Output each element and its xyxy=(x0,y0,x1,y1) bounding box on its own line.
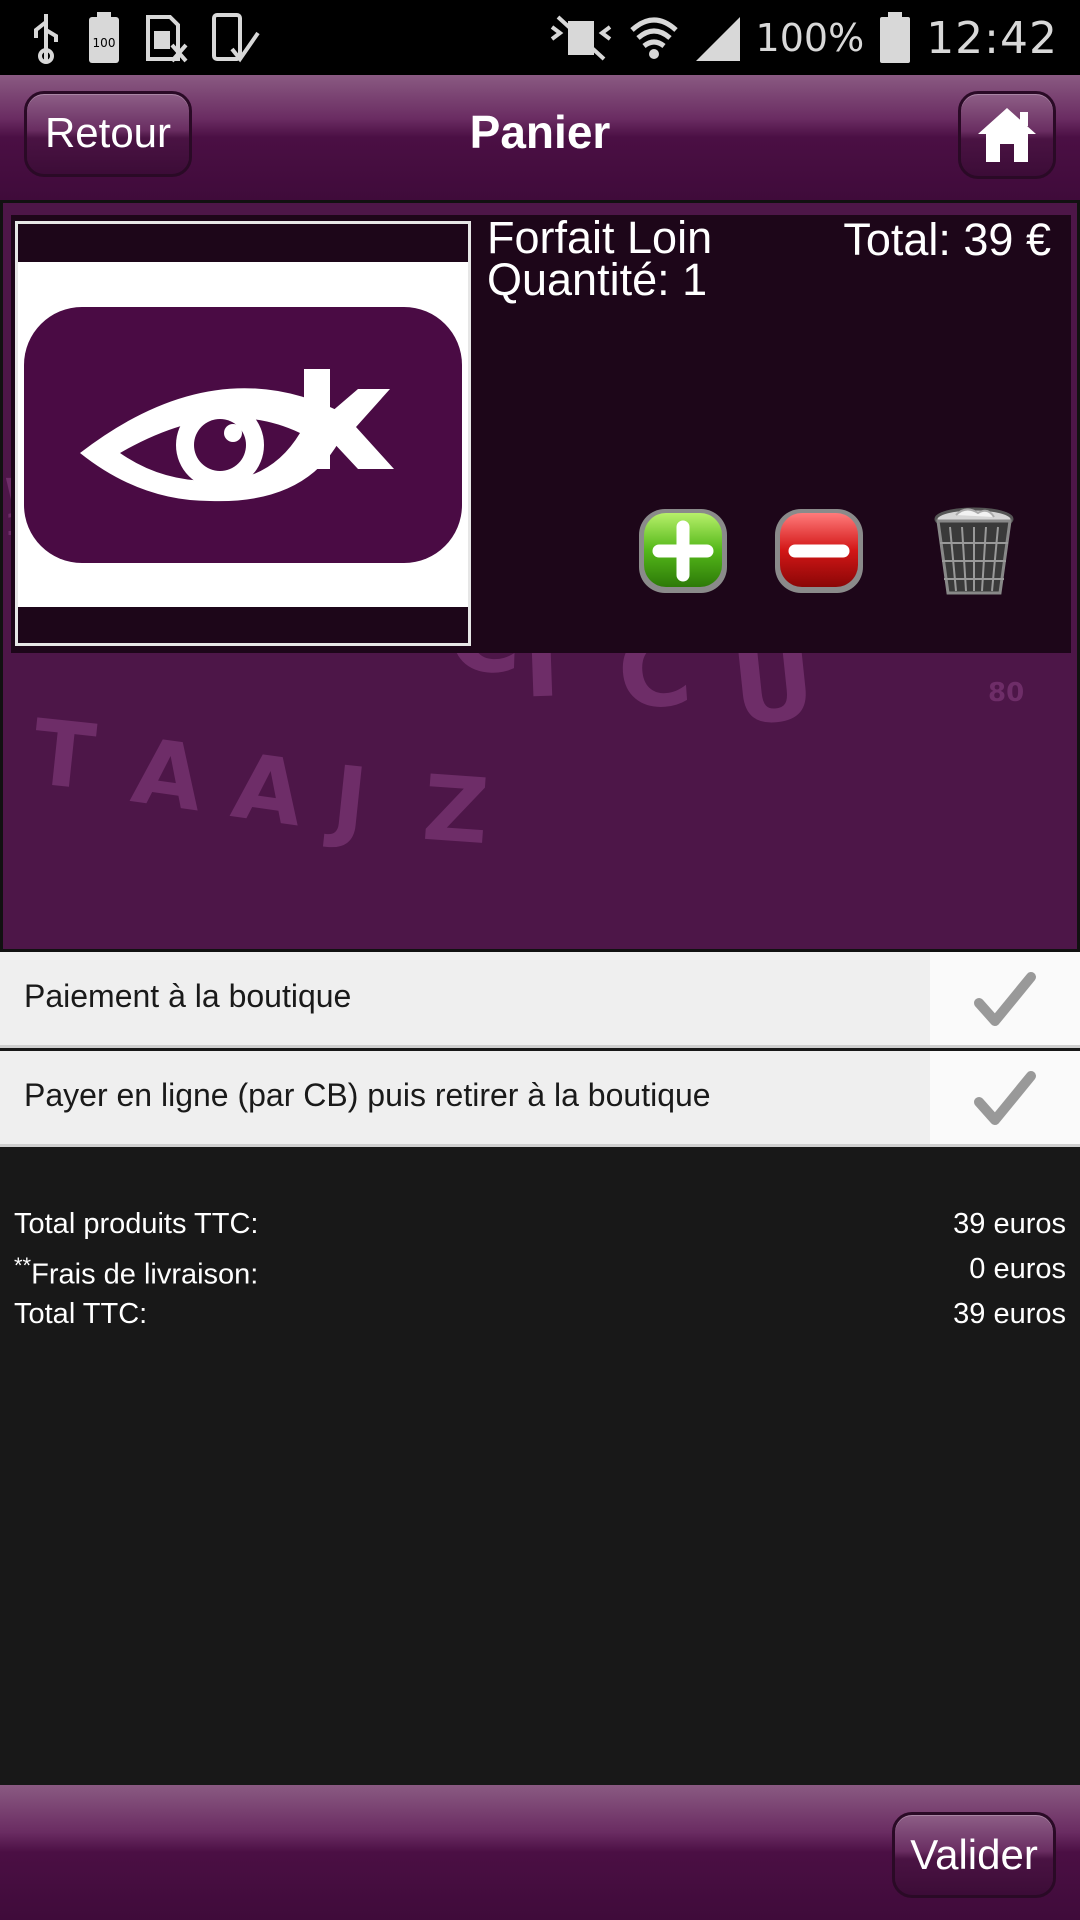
option-label: Paiement à la boutique xyxy=(24,978,352,1014)
summary-label: **Frais de livraison: xyxy=(14,1253,258,1292)
plus-icon xyxy=(639,509,727,593)
background-letter: A xyxy=(126,718,210,833)
product-quantity: Quantité: 1 xyxy=(487,254,708,305)
background-letter: J xyxy=(327,746,372,855)
minus-icon xyxy=(775,509,863,593)
option-label: Payer en ligne (par CB) puis retirer à l… xyxy=(24,1077,711,1113)
option-pay-in-store[interactable]: Paiement à la boutique xyxy=(0,952,1080,1048)
background-letter: A xyxy=(226,733,310,848)
sim-icon xyxy=(146,15,188,63)
option-pay-online[interactable]: Payer en ligne (par CB) puis retirer à l… xyxy=(0,1051,1080,1147)
summary-row-shipping: **Frais de livraison: 0 euros xyxy=(14,1253,1066,1293)
battery-icon xyxy=(880,12,911,63)
svg-text:100: 100 xyxy=(93,36,116,50)
home-button[interactable] xyxy=(958,91,1056,179)
summary-row-total: Total TTC: 39 euros xyxy=(14,1298,1066,1338)
background-letter: 80 xyxy=(988,678,1025,708)
mute-icon xyxy=(550,15,611,61)
phone-check-icon xyxy=(212,13,260,63)
usb-icon xyxy=(34,14,58,64)
delete-item-button[interactable] xyxy=(926,503,1022,599)
shipping-label: Frais de livraison: xyxy=(31,1258,259,1291)
clock: 12:42 xyxy=(926,12,1058,64)
trash-icon xyxy=(934,507,1014,595)
footnote-marker: ** xyxy=(14,1253,32,1278)
header: Retour Panier xyxy=(0,75,1080,200)
increase-quantity-button[interactable] xyxy=(635,503,731,599)
product-name: Forfait Loin xyxy=(487,212,713,263)
decrease-quantity-button[interactable] xyxy=(771,503,867,599)
cart-panel: DKDYEQTFNCICUTAAJZTW1202080 Forfait Loin… xyxy=(0,200,1080,952)
summary-value: 39 euros xyxy=(953,1298,1066,1330)
summary-value: 39 euros xyxy=(953,1208,1066,1240)
check-icon xyxy=(974,971,1036,1026)
summary-row-products: Total produits TTC: 39 euros xyxy=(14,1208,1066,1248)
signal-icon xyxy=(695,17,740,61)
summary-label: Total TTC: xyxy=(14,1298,148,1330)
product-image xyxy=(15,221,471,646)
footer-bar: Valider xyxy=(0,1785,1080,1920)
summary-label: Total produits TTC: xyxy=(14,1208,259,1240)
battery-percent: 100% xyxy=(755,16,865,60)
check-icon xyxy=(974,1070,1036,1125)
status-bar: 100 100% 12:42 xyxy=(0,0,1080,75)
cart-item: Forfait Loin Quantité: 1 Total: 39 € xyxy=(11,215,1071,653)
page-title: Panier xyxy=(469,106,611,158)
ok-eye-logo xyxy=(24,306,462,563)
order-summary: Total produits TTC: 39 euros **Frais de … xyxy=(0,1150,1080,1785)
battery-100-icon: 100 xyxy=(89,12,119,63)
wifi-icon xyxy=(629,17,678,59)
background-letter: Z xyxy=(419,755,492,866)
product-total: Total: 39 € xyxy=(843,214,1051,265)
background-letter: T xyxy=(27,700,100,811)
option-checkbox[interactable] xyxy=(930,952,1080,1045)
validate-button[interactable]: Valider xyxy=(892,1812,1056,1898)
summary-value: 0 euros xyxy=(969,1253,1066,1285)
home-icon xyxy=(978,108,1036,162)
option-checkbox[interactable] xyxy=(930,1051,1080,1144)
